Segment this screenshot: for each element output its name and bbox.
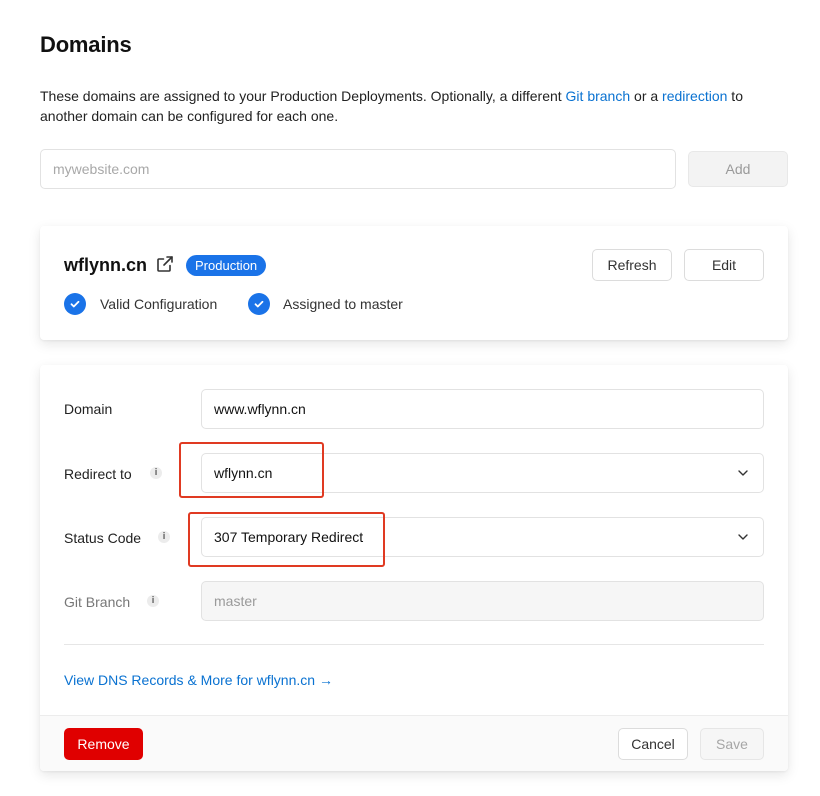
- git-branch-link[interactable]: Git branch: [566, 88, 631, 104]
- domains-page: Domains These domains are assigned to yo…: [0, 0, 820, 796]
- check-circle-icon: [248, 293, 270, 315]
- divider: [64, 644, 764, 645]
- chevron-down-icon: [738, 534, 748, 540]
- valid-configuration-label: Valid Configuration: [100, 296, 218, 312]
- info-icon[interactable]: i: [158, 531, 170, 543]
- git-branch-input: master: [201, 581, 764, 621]
- save-button[interactable]: Save: [700, 728, 764, 760]
- git-branch-label: Git Branch: [64, 594, 131, 610]
- edit-button[interactable]: Edit: [684, 249, 764, 281]
- domain-card: wflynn.cn Production Refresh Edit Valid …: [40, 226, 788, 340]
- description-text-2: or a: [630, 88, 663, 104]
- page-title: Domains: [40, 32, 132, 57]
- redirect-to-label: Redirect to: [64, 466, 132, 482]
- annotation-highlight-redirect: [179, 442, 324, 498]
- domain-input-value: www.wflynn.cn: [214, 401, 306, 417]
- refresh-button[interactable]: Refresh: [592, 249, 672, 281]
- production-badge: Production: [186, 255, 267, 276]
- description-text-1: These domains are assigned to your Produ…: [40, 88, 566, 104]
- info-icon[interactable]: i: [147, 595, 159, 607]
- status-code-label: Status Code: [64, 530, 142, 546]
- git-branch-placeholder: master: [214, 593, 257, 609]
- redirection-link[interactable]: redirection: [662, 88, 727, 104]
- cancel-button[interactable]: Cancel: [618, 728, 688, 760]
- form-footer: Remove Cancel Save: [40, 715, 788, 771]
- assigned-branch-label: Assigned to master: [283, 296, 403, 312]
- domain-label: Domain: [64, 401, 113, 417]
- add-domain-input[interactable]: [40, 149, 676, 189]
- info-icon[interactable]: i: [150, 467, 162, 479]
- remove-button[interactable]: Remove: [64, 728, 143, 760]
- external-link-icon[interactable]: [156, 255, 174, 273]
- annotation-highlight-status-code: [188, 512, 385, 567]
- page-description: These domains are assigned to your Produ…: [40, 86, 785, 126]
- check-circle-icon: [64, 293, 86, 315]
- domain-input[interactable]: www.wflynn.cn: [201, 389, 764, 429]
- view-dns-records-link[interactable]: View DNS Records & More for wflynn.cn →: [64, 672, 333, 688]
- chevron-down-icon: [738, 470, 748, 476]
- domain-name: wflynn.cn: [64, 255, 148, 275]
- add-button[interactable]: Add: [688, 151, 788, 187]
- domain-edit-form: Domain www.wflynn.cn Redirect to i wflyn…: [40, 365, 788, 771]
